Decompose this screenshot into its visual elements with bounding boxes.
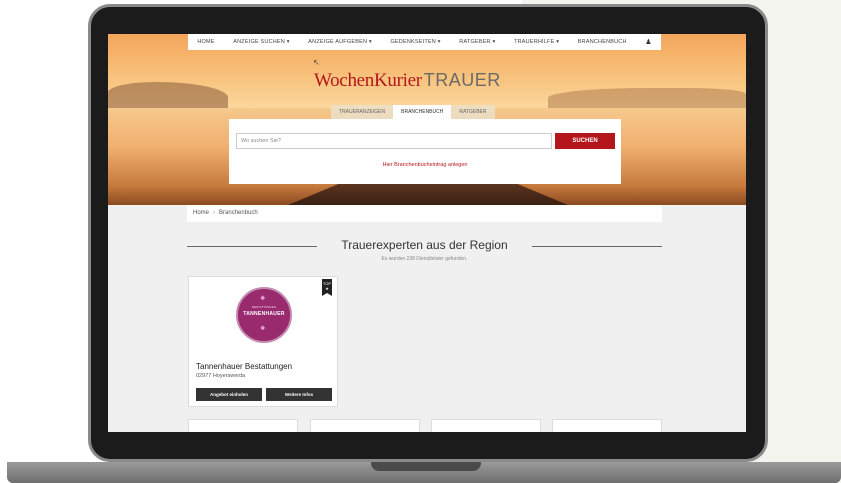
nav-item-ratgeber[interactable]: RATGEBER ▾ [459, 39, 495, 45]
nav-item-trauerhilfe[interactable]: TRAUERHILFE ▾ [514, 39, 559, 45]
provider-logo-subtext: BESTATTUNGEN [252, 305, 276, 309]
mouse-cursor-icon: ↖ [313, 58, 320, 67]
provider-location: 02977 Hoyerswerda [196, 373, 246, 379]
logo-brand: WochenKurier [314, 70, 422, 91]
laptop-screen: HOME ANZEIGE SUCHEN ▾ ANZEIGE AUFGEBEN ▾… [108, 34, 746, 432]
logo-suffix: TRAUER [423, 70, 501, 90]
nav-item-anzeige-suchen[interactable]: ANZEIGE SUCHEN ▾ [233, 39, 289, 45]
logo-ornament-bottom-icon: ❖ [260, 326, 266, 332]
top-navigation: HOME ANZEIGE SUCHEN ▾ ANZEIGE AUFGEBEN ▾… [188, 34, 661, 50]
search-tabs: TRAUERANZEIGEN BRANCHENBUCH RATGEBER [331, 105, 495, 119]
top-badge: TOP ★ [322, 279, 332, 296]
provider-card-stub[interactable] [552, 419, 662, 432]
provider-card-stub[interactable] [431, 419, 541, 432]
results-count: Es wurden 238 Dienstleister gefunden. [381, 256, 468, 262]
nav-item-gedenkseiten[interactable]: GEDENKSEITEN ▾ [390, 39, 440, 45]
nav-item-home[interactable]: HOME [197, 39, 214, 45]
search-button[interactable]: SUCHEN [555, 133, 615, 149]
top-badge-label: TOP [322, 281, 332, 286]
logo-ornament-top-icon: ❖ [260, 296, 266, 302]
user-icon[interactable]: ♟ [645, 38, 651, 46]
breadcrumb-separator: › [213, 210, 216, 216]
section-heading: Trauerexperten aus der Region [187, 238, 662, 252]
section-title-text: Trauerexperten aus der Region [338, 238, 511, 252]
site-logo[interactable]: WochenKurier TRAUER [314, 70, 501, 92]
provider-logo-text: TANNENHAUER [243, 311, 285, 317]
tab-traueranzeigen[interactable]: TRAUERANZEIGEN [331, 105, 394, 119]
tab-branchenbuch[interactable]: BRANCHENBUCH [393, 105, 452, 119]
search-panel: Wo suchen Sie? SUCHEN Hier Branchenbuche… [229, 119, 621, 184]
search-input[interactable]: Wo suchen Sie? [236, 133, 552, 149]
request-offer-button[interactable]: Angebot einholen [196, 388, 262, 401]
breadcrumb-current: Branchenbuch [219, 210, 258, 216]
provider-name[interactable]: Tannenhauer Bestattungen [196, 362, 292, 371]
nav-item-anzeige-aufgeben[interactable]: ANZEIGE AUFGEBEN ▾ [308, 39, 372, 45]
provider-card-stub[interactable] [310, 419, 420, 432]
breadcrumb: Home › Branchenbuch [187, 205, 662, 222]
provider-card-stub[interactable] [188, 419, 298, 432]
hero-hill-left [108, 82, 228, 108]
provider-logo: ❖ BESTATTUNGEN TANNENHAUER ❖ [236, 287, 292, 343]
provider-card[interactable]: TOP ★ ❖ BESTATTUNGEN TANNENHAUER ❖ Tannen… [188, 276, 338, 407]
more-info-button[interactable]: Weitere Infos [266, 388, 332, 401]
laptop-notch [371, 462, 481, 471]
section-title: Trauerexperten aus der Region [187, 238, 662, 252]
breadcrumb-home[interactable]: Home [193, 210, 209, 216]
tab-ratgeber[interactable]: RATGEBER [451, 105, 495, 119]
nav-item-branchenbuch[interactable]: BRANCHENBUCH [578, 39, 627, 45]
hero-hill-right [548, 88, 746, 108]
hero-banner: HOME ANZEIGE SUCHEN ▾ ANZEIGE AUFGEBEN ▾… [108, 34, 746, 205]
create-entry-link[interactable]: Hier Branchenbucheintrag anlegen [229, 162, 621, 168]
